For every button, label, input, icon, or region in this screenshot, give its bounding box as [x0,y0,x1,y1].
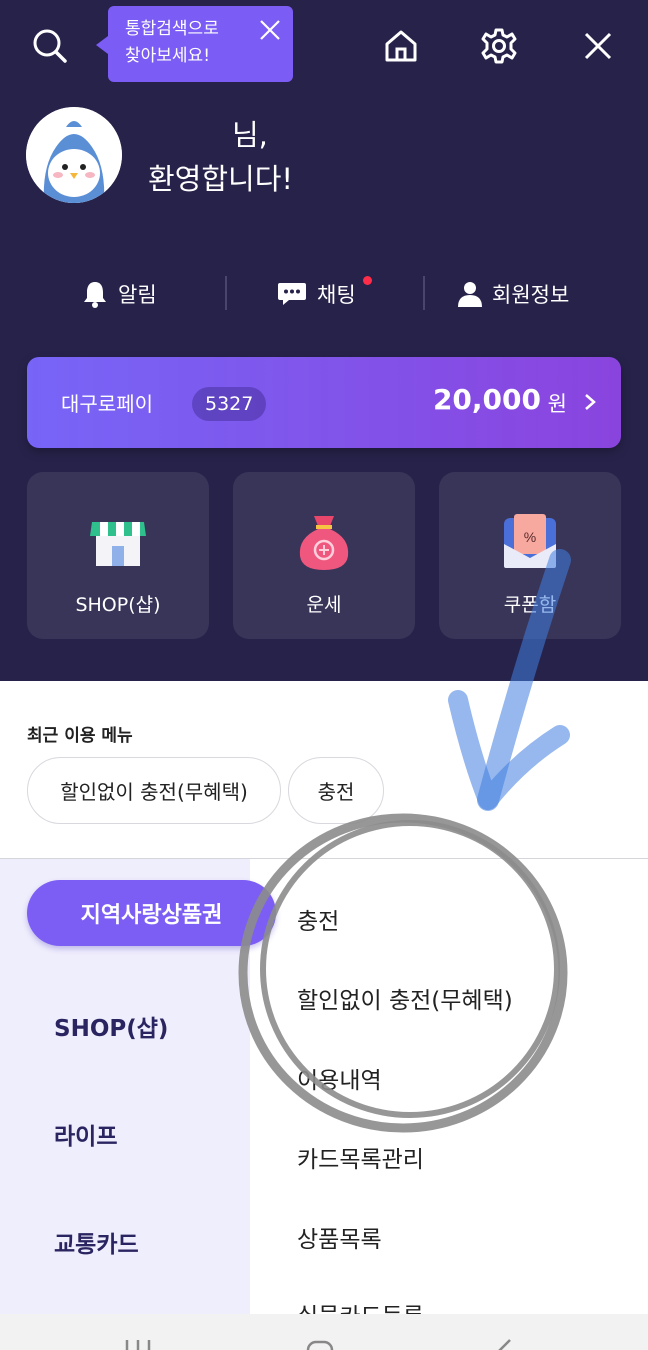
pay-amount: 20,000 [432,383,541,416]
alarm-button[interactable]: 알림 [82,268,157,320]
svg-text:%: % [524,529,536,545]
submenu-charge-no-discount[interactable]: 할인없이 충전(무혜택) [297,981,513,1015]
recent-chip[interactable]: 충전 [288,757,384,824]
chat-icon [278,283,306,305]
member-info-label: 회원정보 [492,283,570,307]
lucky-bag-icon [299,516,349,570]
welcome-text: 환영합니다! [148,162,294,196]
store-icon [90,522,146,566]
system-nav-bar [0,1314,648,1350]
submenu-history[interactable]: 이용내역 [297,1061,382,1095]
category-item-transit-card[interactable]: 교통카드 [54,1225,139,1259]
submenu-product-list[interactable]: 상품목록 [297,1220,382,1254]
member-info-button[interactable]: 회원정보 [458,268,569,320]
submenu-charge[interactable]: 충전 [297,902,339,936]
pay-name: 대구로페이 [61,392,153,416]
divider [423,276,425,310]
search-icon[interactable] [26,22,74,70]
user-name-suffix: 님, [232,118,268,152]
quick-menu: 알림 채팅 회원정보 [0,268,648,320]
annotation-circle [238,813,568,1133]
tooltip-close-icon[interactable] [257,17,283,43]
back-icon[interactable] [498,1339,511,1350]
pay-unit: 원 [547,392,567,416]
tooltip-line2: 찾아보세요! [125,46,211,66]
person-icon [458,282,482,307]
category-item-life[interactable]: 라이프 [54,1117,117,1151]
avatar[interactable] [26,107,122,203]
recent-chip[interactable]: 할인없이 충전(무혜택) [27,757,281,824]
search-tooltip: 통합검색으로 찾아보세요! [96,6,293,82]
pay-card-number: 5327 [192,387,267,421]
category-active[interactable]: 지역사랑상품권 [27,880,276,946]
category-item-shop[interactable]: SHOP(샵) [54,1009,168,1043]
submenu-card-list[interactable]: 카드목록관리 [297,1140,424,1174]
pay-balance-bar[interactable]: 대구로페이 5327 20,000 원 [27,357,621,448]
divider [225,276,227,310]
gear-icon[interactable] [475,22,523,70]
shop-label: SHOP(샵) [75,594,161,616]
close-icon[interactable] [574,22,622,70]
coupon-icon: % [504,514,556,568]
coupon-label: 쿠폰함 [503,594,557,616]
fortune-card[interactable]: 운세 [233,472,415,639]
greeting: 님, 환영합니다! [148,113,293,201]
chevron-right-icon [585,394,596,410]
fortune-label: 운세 [306,594,342,616]
chat-label: 채팅 [317,283,356,307]
chat-notification-dot [363,276,372,285]
alarm-label: 알림 [118,283,157,307]
recent-apps-icon[interactable] [125,1340,151,1350]
chat-button[interactable]: 채팅 [277,268,356,320]
shop-card[interactable]: SHOP(샵) [27,472,209,639]
coupon-card[interactable]: % 쿠폰함 [439,472,621,639]
home-nav-icon[interactable] [306,1340,334,1350]
home-icon[interactable] [377,22,425,70]
bell-icon [84,282,106,308]
recent-menu-title: 최근 이용 메뉴 [27,726,133,746]
